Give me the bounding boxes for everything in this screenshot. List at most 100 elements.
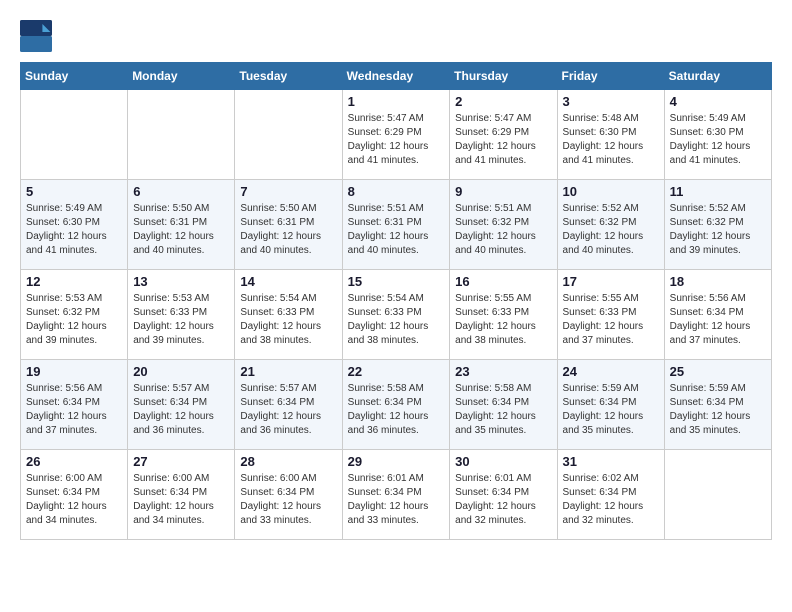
day-number: 20 bbox=[133, 364, 229, 379]
day-number: 3 bbox=[563, 94, 659, 109]
calendar-cell: 11 Sunrise: 5:52 AM Sunset: 6:32 PM Dayli… bbox=[664, 180, 771, 270]
day-info: Sunrise: 5:53 AM Sunset: 6:33 PM Dayligh… bbox=[133, 292, 229, 348]
day-of-week-header: Thursday bbox=[450, 63, 557, 90]
day-info: Sunrise: 5:51 AM Sunset: 6:31 PM Dayligh… bbox=[348, 202, 445, 258]
day-info: Sunrise: 5:48 AM Sunset: 6:30 PM Dayligh… bbox=[563, 112, 659, 168]
calendar-header-row: SundayMondayTuesdayWednesdayThursdayFrid… bbox=[21, 63, 772, 90]
day-info: Sunrise: 5:56 AM Sunset: 6:34 PM Dayligh… bbox=[670, 292, 766, 348]
day-info: Sunrise: 5:49 AM Sunset: 6:30 PM Dayligh… bbox=[26, 202, 122, 258]
day-info: Sunrise: 5:50 AM Sunset: 6:31 PM Dayligh… bbox=[133, 202, 229, 258]
calendar-cell: 26 Sunrise: 6:00 AM Sunset: 6:34 PM Dayli… bbox=[21, 450, 128, 540]
day-number: 29 bbox=[348, 454, 445, 469]
day-of-week-header: Sunday bbox=[21, 63, 128, 90]
day-info: Sunrise: 5:52 AM Sunset: 6:32 PM Dayligh… bbox=[563, 202, 659, 258]
day-info: Sunrise: 5:52 AM Sunset: 6:32 PM Dayligh… bbox=[670, 202, 766, 258]
day-info: Sunrise: 5:54 AM Sunset: 6:33 PM Dayligh… bbox=[240, 292, 336, 348]
calendar-cell bbox=[664, 450, 771, 540]
day-number: 12 bbox=[26, 274, 122, 289]
day-info: Sunrise: 5:57 AM Sunset: 6:34 PM Dayligh… bbox=[240, 382, 336, 438]
day-number: 6 bbox=[133, 184, 229, 199]
day-info: Sunrise: 5:54 AM Sunset: 6:33 PM Dayligh… bbox=[348, 292, 445, 348]
calendar-cell bbox=[21, 90, 128, 180]
day-number: 8 bbox=[348, 184, 445, 199]
day-number: 22 bbox=[348, 364, 445, 379]
calendar-cell: 22 Sunrise: 5:58 AM Sunset: 6:34 PM Dayli… bbox=[342, 360, 450, 450]
day-number: 14 bbox=[240, 274, 336, 289]
day-number: 1 bbox=[348, 94, 445, 109]
day-of-week-header: Friday bbox=[557, 63, 664, 90]
day-info: Sunrise: 5:55 AM Sunset: 6:33 PM Dayligh… bbox=[455, 292, 551, 348]
calendar-cell: 21Sunrise: 5:57 AM Sunset: 6:34 PM Dayli… bbox=[235, 360, 342, 450]
calendar-cell: 25Sunrise: 5:59 AM Sunset: 6:34 PM Dayli… bbox=[664, 360, 771, 450]
day-number: 5 bbox=[26, 184, 122, 199]
day-number: 31 bbox=[563, 454, 659, 469]
day-info: Sunrise: 6:02 AM Sunset: 6:34 PM Dayligh… bbox=[563, 472, 659, 528]
calendar-cell: 23Sunrise: 5:58 AM Sunset: 6:34 PM Dayli… bbox=[450, 360, 557, 450]
day-number: 4 bbox=[670, 94, 766, 109]
day-info: Sunrise: 5:58 AM Sunset: 6:34 PM Dayligh… bbox=[348, 382, 445, 438]
calendar-cell: 12 Sunrise: 5:53 AM Sunset: 6:32 PM Dayli… bbox=[21, 270, 128, 360]
day-info: Sunrise: 5:53 AM Sunset: 6:32 PM Dayligh… bbox=[26, 292, 122, 348]
day-number: 18 bbox=[670, 274, 766, 289]
day-number: 10 bbox=[563, 184, 659, 199]
day-number: 19 bbox=[26, 364, 122, 379]
logo bbox=[20, 20, 56, 52]
day-number: 9 bbox=[455, 184, 551, 199]
calendar-cell bbox=[128, 90, 235, 180]
calendar-week-row: 1 Sunrise: 5:47 AM Sunset: 6:29 PM Daylig… bbox=[21, 90, 772, 180]
day-number: 15 bbox=[348, 274, 445, 289]
calendar-cell: 4 Sunrise: 5:49 AM Sunset: 6:30 PM Daylig… bbox=[664, 90, 771, 180]
day-of-week-header: Saturday bbox=[664, 63, 771, 90]
calendar-week-row: 5 Sunrise: 5:49 AM Sunset: 6:30 PM Daylig… bbox=[21, 180, 772, 270]
calendar-cell: 17 Sunrise: 5:55 AM Sunset: 6:33 PM Dayli… bbox=[557, 270, 664, 360]
calendar-cell: 28 Sunrise: 6:00 AM Sunset: 6:34 PM Dayli… bbox=[235, 450, 342, 540]
calendar-cell: 16 Sunrise: 5:55 AM Sunset: 6:33 PM Dayli… bbox=[450, 270, 557, 360]
page-header bbox=[20, 20, 772, 52]
calendar-cell bbox=[235, 90, 342, 180]
calendar-table: SundayMondayTuesdayWednesdayThursdayFrid… bbox=[20, 62, 772, 540]
day-info: Sunrise: 5:47 AM Sunset: 6:29 PM Dayligh… bbox=[455, 112, 551, 168]
day-number: 30 bbox=[455, 454, 551, 469]
day-info: Sunrise: 5:59 AM Sunset: 6:34 PM Dayligh… bbox=[563, 382, 659, 438]
calendar-cell: 13Sunrise: 5:53 AM Sunset: 6:33 PM Dayli… bbox=[128, 270, 235, 360]
day-of-week-header: Tuesday bbox=[235, 63, 342, 90]
calendar-cell: 3 Sunrise: 5:48 AM Sunset: 6:30 PM Daylig… bbox=[557, 90, 664, 180]
calendar-cell: 18 Sunrise: 5:56 AM Sunset: 6:34 PM Dayli… bbox=[664, 270, 771, 360]
day-info: Sunrise: 5:55 AM Sunset: 6:33 PM Dayligh… bbox=[563, 292, 659, 348]
day-info: Sunrise: 5:56 AM Sunset: 6:34 PM Dayligh… bbox=[26, 382, 122, 438]
calendar-cell: 20 Sunrise: 5:57 AM Sunset: 6:34 PM Dayli… bbox=[128, 360, 235, 450]
calendar-cell: 29 Sunrise: 6:01 AM Sunset: 6:34 PM Dayli… bbox=[342, 450, 450, 540]
calendar-cell: 30Sunrise: 6:01 AM Sunset: 6:34 PM Dayli… bbox=[450, 450, 557, 540]
calendar-cell: 15 Sunrise: 5:54 AM Sunset: 6:33 PM Dayli… bbox=[342, 270, 450, 360]
calendar-cell: 7Sunrise: 5:50 AM Sunset: 6:31 PM Daylig… bbox=[235, 180, 342, 270]
calendar-cell: 14 Sunrise: 5:54 AM Sunset: 6:33 PM Dayli… bbox=[235, 270, 342, 360]
day-number: 26 bbox=[26, 454, 122, 469]
day-info: Sunrise: 6:01 AM Sunset: 6:34 PM Dayligh… bbox=[348, 472, 445, 528]
logo-icon bbox=[20, 20, 52, 52]
calendar-cell: 2 Sunrise: 5:47 AM Sunset: 6:29 PM Daylig… bbox=[450, 90, 557, 180]
calendar-cell: 24 Sunrise: 5:59 AM Sunset: 6:34 PM Dayli… bbox=[557, 360, 664, 450]
calendar-cell: 27Sunrise: 6:00 AM Sunset: 6:34 PM Dayli… bbox=[128, 450, 235, 540]
day-of-week-header: Monday bbox=[128, 63, 235, 90]
day-number: 28 bbox=[240, 454, 336, 469]
day-info: Sunrise: 5:51 AM Sunset: 6:32 PM Dayligh… bbox=[455, 202, 551, 258]
day-info: Sunrise: 6:00 AM Sunset: 6:34 PM Dayligh… bbox=[240, 472, 336, 528]
calendar-cell: 5 Sunrise: 5:49 AM Sunset: 6:30 PM Daylig… bbox=[21, 180, 128, 270]
day-number: 17 bbox=[563, 274, 659, 289]
day-info: Sunrise: 6:00 AM Sunset: 6:34 PM Dayligh… bbox=[26, 472, 122, 528]
calendar-cell: 19 Sunrise: 5:56 AM Sunset: 6:34 PM Dayli… bbox=[21, 360, 128, 450]
day-number: 16 bbox=[455, 274, 551, 289]
day-number: 25 bbox=[670, 364, 766, 379]
day-number: 2 bbox=[455, 94, 551, 109]
calendar-week-row: 19 Sunrise: 5:56 AM Sunset: 6:34 PM Dayli… bbox=[21, 360, 772, 450]
day-info: Sunrise: 5:57 AM Sunset: 6:34 PM Dayligh… bbox=[133, 382, 229, 438]
calendar-cell: 8 Sunrise: 5:51 AM Sunset: 6:31 PM Daylig… bbox=[342, 180, 450, 270]
day-info: Sunrise: 5:49 AM Sunset: 6:30 PM Dayligh… bbox=[670, 112, 766, 168]
day-number: 24 bbox=[563, 364, 659, 379]
calendar-week-row: 12 Sunrise: 5:53 AM Sunset: 6:32 PM Dayli… bbox=[21, 270, 772, 360]
day-number: 27 bbox=[133, 454, 229, 469]
day-of-week-header: Wednesday bbox=[342, 63, 450, 90]
day-info: Sunrise: 5:50 AM Sunset: 6:31 PM Dayligh… bbox=[240, 202, 336, 258]
day-number: 23 bbox=[455, 364, 551, 379]
day-number: 11 bbox=[670, 184, 766, 199]
